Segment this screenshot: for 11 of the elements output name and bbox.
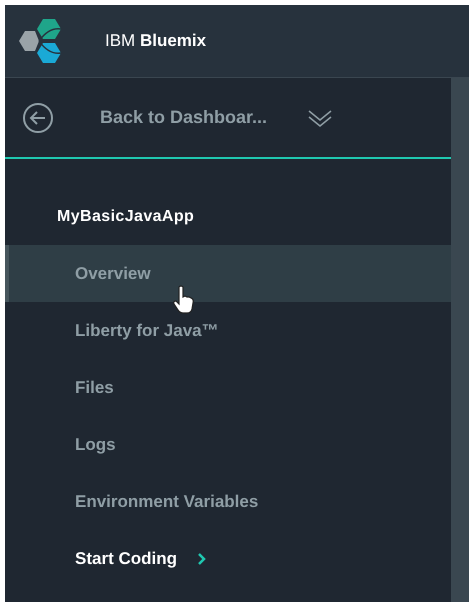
hand-cursor-icon (172, 285, 196, 315)
nav-item[interactable]: Environment Variables (5, 473, 451, 530)
nav-item[interactable]: Files (5, 359, 451, 416)
double-chevron-down-icon (307, 108, 334, 128)
start-coding-link[interactable]: Start Coding (5, 530, 451, 587)
nav-item[interactable]: Overview (5, 245, 451, 302)
brand-title: IBM Bluemix (105, 30, 206, 52)
app-name: MyBasicJavaApp (56, 207, 196, 227)
nav-item[interactable]: Logs (5, 416, 451, 473)
nav-item[interactable]: Liberty for Java™ (5, 302, 451, 359)
chevron-right-icon (197, 552, 207, 566)
